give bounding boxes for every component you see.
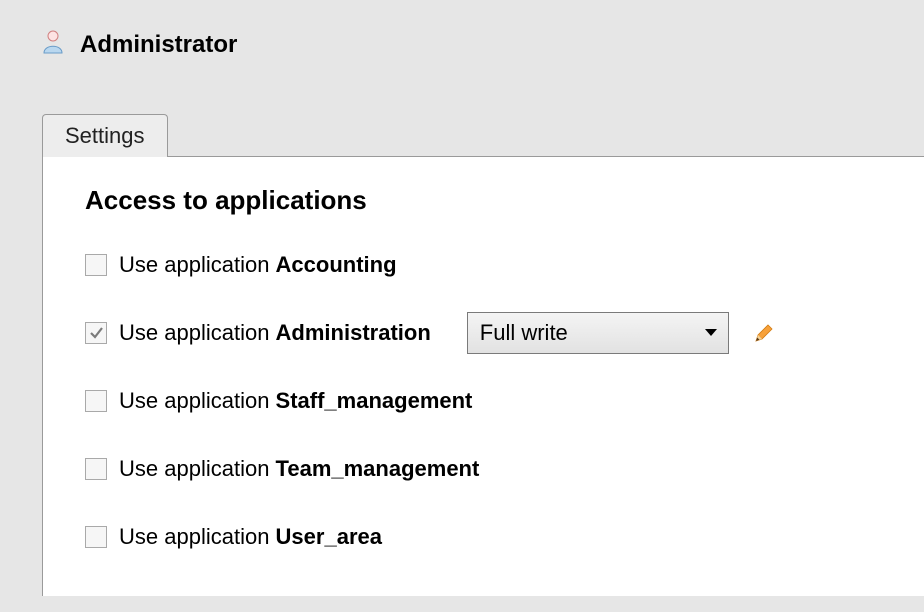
app-row-team-management: Use application Team_management xyxy=(85,448,924,490)
app-row-staff-management: Use application Staff_management xyxy=(85,380,924,422)
chevron-down-icon xyxy=(704,328,718,338)
row-label: Use application Team_management xyxy=(119,456,479,482)
checkbox-administration[interactable] xyxy=(85,322,107,344)
checkbox-accounting[interactable] xyxy=(85,254,107,276)
check-icon xyxy=(88,325,104,341)
tab-settings[interactable]: Settings xyxy=(42,114,168,157)
settings-panel: Access to applications Use application A… xyxy=(42,156,924,596)
select-value: Full write xyxy=(480,320,568,346)
tab-strip: Settings xyxy=(42,113,924,156)
checkbox-team-management[interactable] xyxy=(85,458,107,480)
page-header: Administrator xyxy=(0,0,924,59)
checkbox-user-area[interactable] xyxy=(85,526,107,548)
section-title: Access to applications xyxy=(85,185,924,216)
app-row-user-area: Use application User_area xyxy=(85,516,924,558)
permission-select-administration[interactable]: Full write xyxy=(467,312,729,354)
user-icon xyxy=(42,30,64,59)
edit-icon[interactable] xyxy=(753,322,775,344)
row-label: Use application Accounting xyxy=(119,252,397,278)
row-label: Use application Staff_management xyxy=(119,388,472,414)
checkbox-staff-management[interactable] xyxy=(85,390,107,412)
row-label: Use application Administration xyxy=(119,320,431,346)
app-row-administration: Use application Administration Full writ… xyxy=(85,312,924,354)
page-title: Administrator xyxy=(80,31,237,59)
row-label: Use application User_area xyxy=(119,524,382,550)
tab-label: Settings xyxy=(65,123,145,148)
app-row-accounting: Use application Accounting xyxy=(85,244,924,286)
